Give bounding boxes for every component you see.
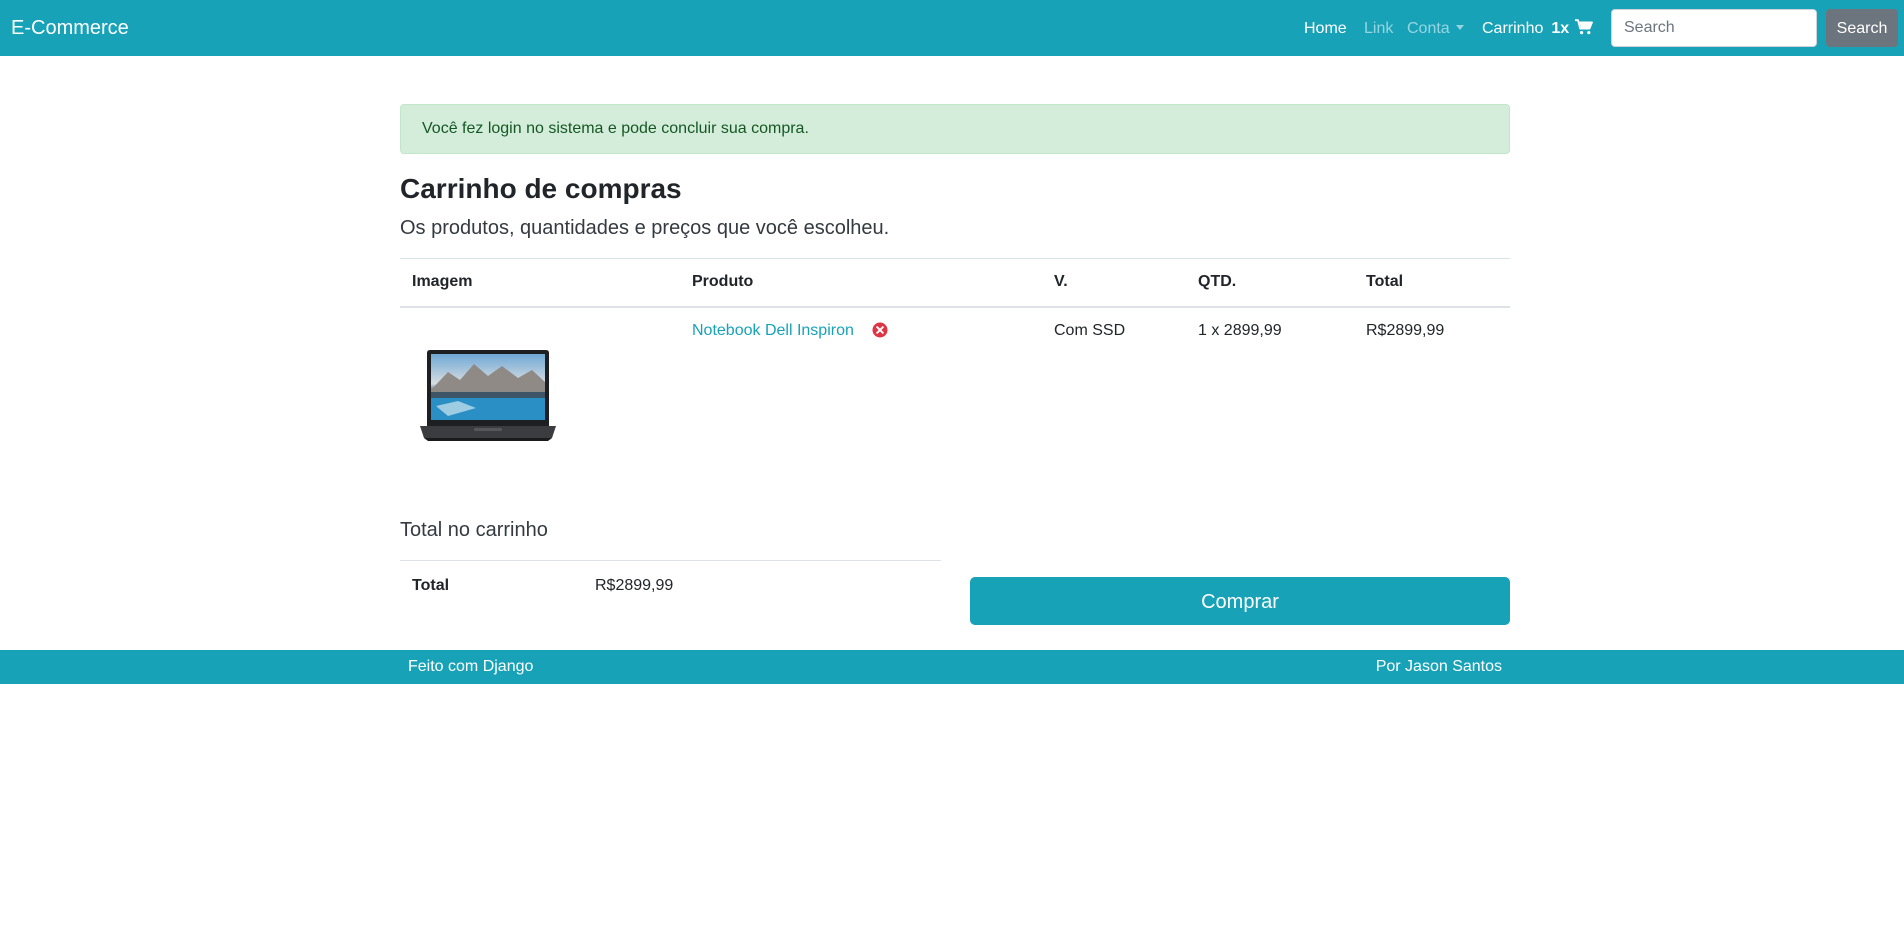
cell-total: R$2899,99 [1366,321,1445,339]
search-input[interactable] [1611,9,1817,47]
cart-count-badge: 1x [1551,20,1570,37]
cell-variation: Com SSD [1054,321,1126,339]
totals-value: R$2899,99 [583,560,941,611]
laptop-image[interactable] [418,346,558,446]
shopping-cart-icon [1575,19,1594,41]
cart-label: Carrinho [1482,20,1544,37]
column-header-product: Produto [680,258,1042,308]
page-title: Carrinho de compras [400,173,682,204]
column-header-total: Total [1354,258,1510,308]
remove-circle-icon[interactable] [872,322,888,343]
nav-dropdown-conta[interactable]: Conta [1407,19,1464,39]
product-link[interactable]: Notebook Dell Inspiron [692,322,854,339]
cell-quantity: 1 x 2899,99 [1198,321,1282,339]
cell-image [400,307,680,487]
cell-product: Notebook Dell Inspiron [680,307,1042,487]
nav-link-cart[interactable]: Carrinho 1x [1482,19,1594,41]
footer-author: Por Jason Santos [1375,658,1502,675]
buy-button[interactable]: Comprar [970,577,1510,625]
page-lead: Os produtos, quantidades e preços que vo… [400,217,890,239]
chevron-down-icon [1455,25,1464,30]
footer-made-with: Feito com Django [408,658,534,675]
login-success-alert: Você fez login no sistema e pode conclui… [400,104,1510,154]
search-button[interactable]: Search [1826,9,1898,47]
column-header-image: Imagem [400,258,680,308]
totals-row: Total R$2899,99 [400,560,941,611]
table-header-row: Imagem Produto V. QTD. Total [400,258,1510,308]
nav-link-home[interactable]: Home [1304,19,1347,39]
column-header-quantity: QTD. [1186,258,1354,308]
navbar: E-Commerce Home Link Conta Carrinho 1x Se… [0,0,1904,56]
totals-label: Total [400,560,583,611]
table-row: Notebook Dell Inspiron Com SSD 1 x 2899,… [400,307,1510,487]
column-header-variation: V. [1042,258,1186,308]
brand-logo[interactable]: E-Commerce [11,16,129,40]
totals-table: Total R$2899,99 [400,560,941,611]
totals-heading: Total no carrinho [400,519,548,541]
nav-dropdown-label: Conta [1407,20,1450,37]
footer: Feito com Django Por Jason Santos [0,650,1904,684]
cart-table: Imagem Produto V. QTD. Total Notebook De… [400,258,1510,487]
nav-link-link[interactable]: Link [1364,19,1393,39]
